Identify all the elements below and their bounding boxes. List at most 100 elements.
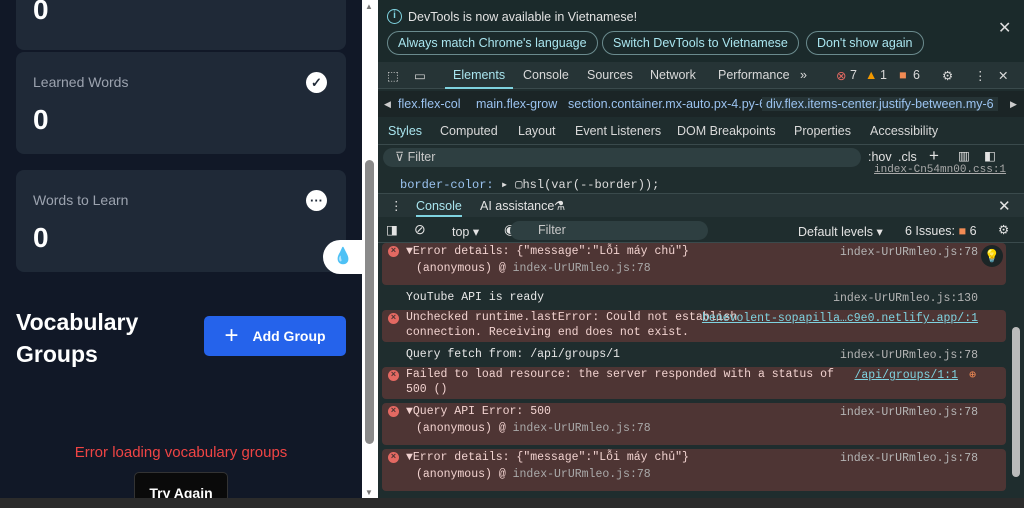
source-link[interactable]: index-UrURmleo.js:130 bbox=[833, 290, 978, 307]
styles-filter-input[interactable]: ⊽ Filter bbox=[383, 148, 861, 167]
issues-button[interactable]: 6 Issues: ■ 6 bbox=[905, 224, 977, 238]
taskbar bbox=[0, 498, 1024, 508]
error-icon: × bbox=[388, 452, 399, 463]
switch-language-button[interactable]: Switch DevTools to Vietnamese bbox=[602, 31, 799, 55]
source-link[interactable]: index-UrURmleo.js:78 bbox=[840, 404, 978, 421]
stat-card-words-to-learn: Words to Learn ··· 0 bbox=[16, 170, 346, 272]
network-request-icon[interactable]: ⊕ bbox=[969, 368, 976, 383]
info-icon: i bbox=[387, 9, 402, 24]
tab-performance[interactable]: Performance bbox=[718, 68, 790, 82]
source-link[interactable]: index-UrURmleo.js:78 bbox=[840, 347, 978, 364]
lightbulb-icon[interactable]: 💡 bbox=[981, 245, 1003, 267]
console-message: × ▼Error details: {"message":"Lỗi máy ch… bbox=[382, 243, 1006, 285]
issues-count[interactable]: 6 bbox=[913, 68, 920, 82]
more-tabs-icon[interactable]: » bbox=[800, 68, 807, 82]
new-rule-icon[interactable]: + bbox=[929, 146, 939, 166]
droplet-icon: 💧 bbox=[333, 248, 353, 265]
console-toolbar: ◨ ⊘ top ▾ ◉ Filter Default levels ▾ 6 Is… bbox=[378, 218, 1024, 243]
levels-dropdown[interactable]: Default levels ▾ bbox=[798, 224, 883, 239]
source-link[interactable]: benevolent-sopapilla…c9e0.netlify.app/:1 bbox=[702, 311, 978, 326]
style-declaration: border-color: ▸ ▢hsl(var(--border)); bbox=[400, 178, 660, 192]
tab-network[interactable]: Network bbox=[650, 68, 696, 82]
breadcrumb: ◀ flex.flex-col main.flex-grow section.c… bbox=[378, 91, 1024, 117]
stat-label: Learned Words bbox=[33, 74, 129, 90]
try-again-button[interactable]: Try Again bbox=[134, 472, 228, 498]
console-scrollbar[interactable] bbox=[1008, 243, 1024, 498]
subtab-event-listeners[interactable]: Event Listeners bbox=[575, 124, 661, 138]
paint-brush-icon[interactable]: ▥ bbox=[958, 148, 970, 163]
tab-elements[interactable]: Elements bbox=[444, 68, 514, 89]
subtab-computed[interactable]: Computed bbox=[440, 124, 498, 138]
sidebar-toggle-icon[interactable]: ◧ bbox=[984, 148, 996, 163]
subtab-styles[interactable]: Styles bbox=[388, 124, 422, 138]
error-count[interactable]: 7 bbox=[850, 68, 857, 82]
styles-subtabs: Styles Computed Layout Event Listeners D… bbox=[378, 118, 1024, 145]
error-icon: × bbox=[388, 406, 399, 417]
subtab-dom-breakpoints[interactable]: DOM Breakpoints bbox=[677, 124, 776, 138]
breadcrumb-item[interactable]: section.container.mx-auto.px-4.py-6 bbox=[568, 97, 766, 111]
stat-card-learned-words: Learned Words ✓ 0 bbox=[16, 52, 346, 154]
sidebar-icon[interactable]: ◨ bbox=[386, 222, 398, 237]
breadcrumb-item[interactable]: main.flex-grow bbox=[476, 97, 557, 111]
plus-icon: + bbox=[224, 322, 239, 349]
close-drawer-icon[interactable]: ✕ bbox=[998, 197, 1011, 215]
add-group-label: Add Group bbox=[252, 328, 326, 344]
settings-icon[interactable]: ⚙ bbox=[942, 68, 953, 83]
add-group-button[interactable]: + Add Group bbox=[204, 316, 346, 356]
subtab-accessibility[interactable]: Accessibility bbox=[870, 124, 938, 138]
stack-link[interactable]: index-UrURmleo.js:78 bbox=[513, 262, 651, 275]
scroll-right-icon[interactable]: ▶ bbox=[1010, 99, 1017, 110]
stat-value: 0 bbox=[33, 104, 49, 135]
breadcrumb-item-selected[interactable]: div.flex.items-center.justify-between.my… bbox=[762, 97, 998, 111]
console-message: × Unchecked runtime.lastError: Could not… bbox=[382, 310, 1006, 342]
dont-show-again-button[interactable]: Don't show again bbox=[806, 31, 924, 55]
stat-value: 0 bbox=[33, 0, 49, 25]
console-filter-input[interactable]: Filter bbox=[510, 221, 708, 240]
clear-console-icon[interactable]: ⊘ bbox=[414, 221, 426, 238]
source-link[interactable]: index-UrURmleo.js:78 bbox=[840, 450, 978, 467]
infobar-message: DevTools is now available in Vietnamese! bbox=[408, 9, 638, 24]
console-settings-icon[interactable]: ⚙ bbox=[998, 222, 1009, 237]
device-toolbar-icon[interactable]: ▭ bbox=[414, 68, 426, 83]
devtools-panel: i DevTools is now available in Vietnamese… bbox=[378, 0, 1024, 498]
match-language-button[interactable]: Always match Chrome's language bbox=[387, 31, 598, 55]
section-title: Vocabulary Groups bbox=[16, 309, 139, 367]
stat-card-total: 0 bbox=[16, 0, 346, 50]
subtab-layout[interactable]: Layout bbox=[518, 124, 556, 138]
stack-link[interactable]: index-UrURmleo.js:78 bbox=[513, 468, 651, 481]
error-icon: × bbox=[388, 370, 399, 381]
subtab-properties[interactable]: Properties bbox=[794, 124, 851, 138]
error-icon: × bbox=[388, 313, 399, 324]
extension-floating-button[interactable]: 💧 bbox=[323, 240, 362, 274]
check-circle-icon: ✓ bbox=[306, 72, 327, 93]
more-options-icon[interactable]: ⋮ bbox=[974, 68, 987, 83]
drawer-tab-ai-assistance[interactable]: AI assistance bbox=[480, 199, 554, 213]
devtools-tabbar: ⬚ ▭ Elements Console Sources Network Per… bbox=[378, 62, 1024, 89]
inspect-element-icon[interactable]: ⬚ bbox=[387, 68, 399, 83]
more-horizontal-icon: ··· bbox=[306, 190, 327, 211]
tab-console[interactable]: Console bbox=[523, 68, 569, 82]
close-icon[interactable]: ✕ bbox=[998, 18, 1011, 38]
warning-count[interactable]: 1 bbox=[880, 68, 887, 82]
drawer-menu-icon[interactable]: ⋮ bbox=[390, 198, 403, 213]
style-source-link[interactable]: index-Cn54mn00.css:1 bbox=[874, 164, 1006, 176]
error-message: Error loading vocabulary groups bbox=[74, 444, 288, 461]
source-link[interactable]: /api/groups/1:1 bbox=[854, 368, 958, 383]
context-select[interactable]: top ▾ bbox=[452, 224, 479, 239]
error-count-icon[interactable]: ⊗ bbox=[836, 68, 846, 83]
hov-toggle[interactable]: :hov bbox=[868, 150, 892, 164]
page-scrollbar[interactable]: ▲ ▼ bbox=[362, 0, 378, 498]
console-message: YouTube API is ready index-UrURmleo.js:1… bbox=[406, 290, 978, 307]
breadcrumb-item[interactable]: flex.flex-col bbox=[398, 97, 461, 111]
drawer-tab-console[interactable]: Console bbox=[416, 199, 462, 217]
stack-link[interactable]: index-UrURmleo.js:78 bbox=[513, 422, 651, 435]
tab-sources[interactable]: Sources bbox=[587, 68, 633, 82]
cls-toggle[interactable]: .cls bbox=[898, 150, 917, 164]
close-devtools-icon[interactable]: ✕ bbox=[998, 68, 1008, 83]
source-link[interactable]: index-UrURmleo.js:78 bbox=[840, 244, 978, 261]
warning-icon[interactable]: ▲ bbox=[865, 68, 877, 82]
scroll-left-icon[interactable]: ◀ bbox=[384, 99, 391, 110]
issues-icon[interactable]: ■ bbox=[899, 68, 907, 82]
app-page: 0 Learned Words ✓ 0 Words to Learn ··· 0… bbox=[0, 0, 362, 498]
console-message: Query fetch from: /api/groups/1 index-Ur… bbox=[406, 347, 978, 364]
